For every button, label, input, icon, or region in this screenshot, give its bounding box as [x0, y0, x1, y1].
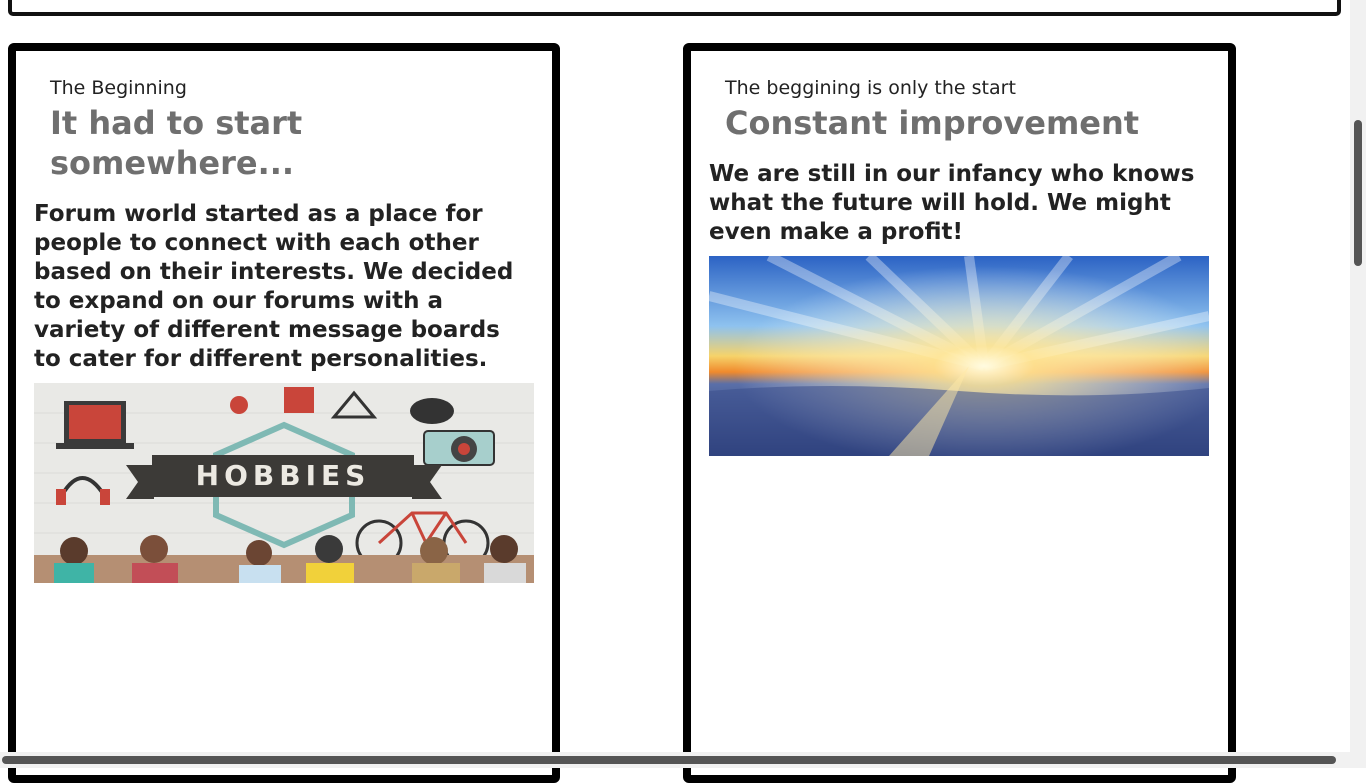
top-panel — [8, 0, 1341, 16]
card-constant-improvement: The beggining is only the start Constant… — [683, 43, 1236, 783]
card-title: Constant improvement — [725, 104, 1140, 142]
card-body: Forum world started as a place for peopl… — [34, 201, 514, 372]
horizontal-scrollbar[interactable] — [0, 752, 1366, 768]
card-kicker: The beggining is only the start — [725, 77, 1016, 99]
card-kicker: The Beginning — [50, 77, 187, 99]
vertical-scrollbar-thumb[interactable] — [1354, 120, 1362, 266]
horizontal-scrollbar-thumb[interactable] — [2, 756, 1336, 764]
hobbies-image: HOBBIES — [34, 383, 534, 583]
vertical-scrollbar[interactable] — [1350, 0, 1366, 752]
card-the-beginning: The Beginning It had to start somewhere.… — [8, 43, 560, 783]
card-title: It had to start somewhere... — [50, 104, 303, 182]
card-body: We are still in our infancy who knows wh… — [709, 161, 1195, 245]
hobbies-banner-text: HOBBIES — [196, 459, 371, 492]
sunrise-image — [709, 256, 1209, 456]
